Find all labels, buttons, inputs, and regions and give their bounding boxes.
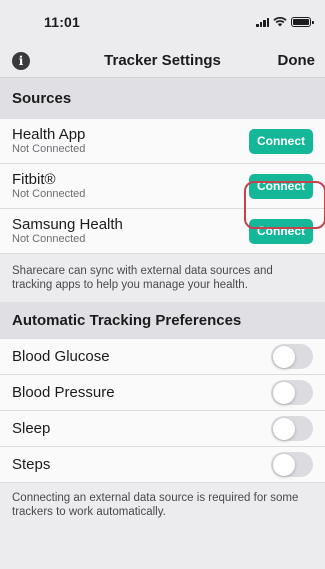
source-info: Health App Not Connected [12,126,85,156]
source-status: Not Connected [12,188,86,200]
toggle-knob [272,453,295,476]
preferences-section-header: Automatic Tracking Preferences [0,302,325,339]
sleep-toggle[interactable] [271,416,313,441]
pref-row-blood-pressure: Blood Pressure [0,375,325,411]
pref-label: Blood Pressure [12,384,115,401]
blood-glucose-toggle[interactable] [271,344,313,369]
status-bar: 11:01 [0,0,325,44]
preferences-footnote: Connecting an external data source is re… [0,483,325,529]
source-name: Samsung Health [12,216,123,233]
source-name: Health App [12,126,86,143]
toggle-knob [272,345,295,368]
connect-health-app-button[interactable]: Connect [249,128,313,154]
pref-label: Sleep [12,420,51,437]
info-icon[interactable]: i [12,51,30,70]
source-info: Samsung Health Not Connected [12,216,123,246]
sources-footnote: Sharecare can sync with external data so… [0,254,325,302]
pref-label: Steps [12,456,51,473]
pref-row-blood-glucose: Blood Glucose [0,339,325,375]
pref-label: Blood Glucose [12,348,110,365]
source-name: Fitbit® [12,171,56,188]
battery-icon [291,17,314,27]
status-icons [256,17,314,27]
source-row-health-app: Health App Not Connected Connect [0,119,325,164]
source-info: Fitbit® Not Connected [12,171,85,201]
source-status: Not Connected [12,143,86,155]
pref-row-sleep: Sleep [0,411,325,447]
wifi-icon [273,17,287,27]
page-title: Tracker Settings [104,52,221,69]
highlight-annotation [244,181,325,229]
cellular-signal-icon [256,17,269,27]
sources-section-header: Sources [0,78,325,119]
toggle-knob [272,417,295,440]
toggle-knob [272,381,295,404]
pref-row-steps: Steps [0,447,325,483]
nav-bar: i Tracker Settings Done [0,44,325,78]
steps-toggle[interactable] [271,452,313,477]
status-time: 11:01 [44,14,81,30]
done-button[interactable]: Done [278,52,316,69]
blood-pressure-toggle[interactable] [271,380,313,405]
source-status: Not Connected [12,233,86,245]
